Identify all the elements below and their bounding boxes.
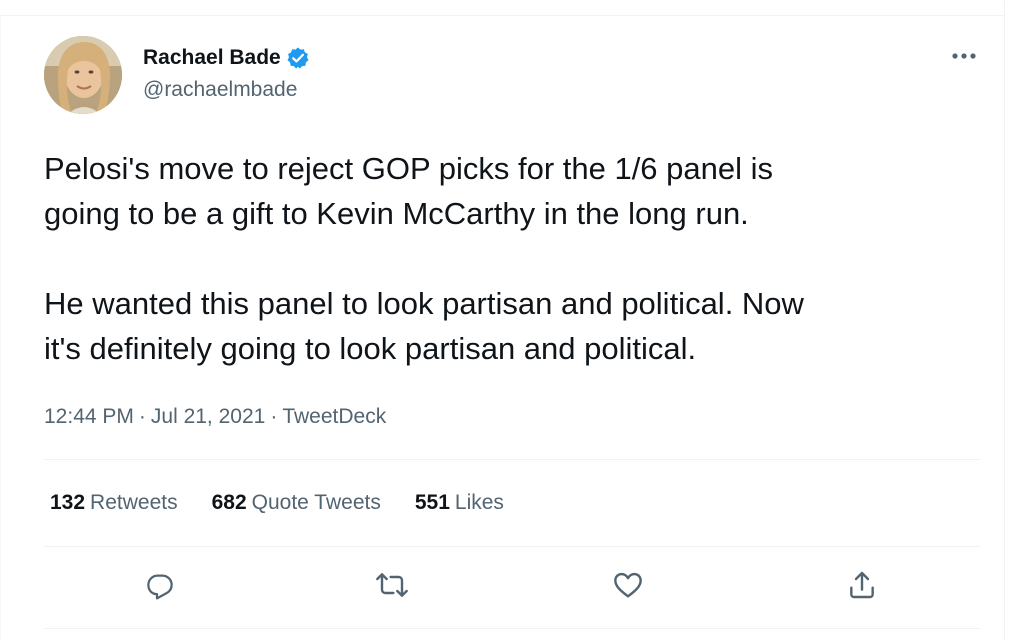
engagement-stats: 132 Retweets 682 Quote Tweets 551 Likes: [50, 488, 538, 518]
avatar[interactable]: [44, 36, 122, 114]
quote-tweets-label: Quote Tweets: [251, 491, 381, 514]
right-border: [1004, 0, 1005, 640]
verified-badge-icon: [286, 46, 310, 70]
heart-icon: [614, 572, 642, 598]
likes-count: 551: [414, 491, 450, 514]
retweet-icon: [376, 573, 408, 597]
share-button[interactable]: [845, 568, 879, 602]
likes-stat[interactable]: 551 Likes: [415, 491, 504, 515]
like-button[interactable]: [611, 568, 645, 602]
tweet-paragraph: He wanted this panel to look partisan an…: [44, 286, 804, 366]
tweet-text: Pelosi's move to reject GOP picks for th…: [44, 146, 974, 371]
retweet-button[interactable]: [375, 568, 409, 602]
quote-tweets-stat[interactable]: 682 Quote Tweets: [212, 491, 381, 515]
tweet-date[interactable]: Jul 21, 2021: [151, 405, 265, 429]
author-name-row[interactable]: Rachael Bade: [143, 44, 310, 72]
profile-photo-icon: [44, 36, 122, 114]
retweets-count: 132: [50, 491, 86, 514]
divider: [44, 628, 980, 629]
quote-tweets-count: 682: [211, 491, 247, 514]
tweet-paragraph: Pelosi's move to reject GOP picks for th…: [44, 151, 774, 231]
top-border: [0, 0, 1005, 16]
likes-label: Likes: [454, 491, 504, 514]
meta-separator: ·: [270, 405, 278, 428]
tweet-source-link[interactable]: TweetDeck: [282, 405, 386, 429]
tweet-page: Rachael Bade @rachaelmbade Pelosi's move…: [0, 0, 1024, 640]
reply-button[interactable]: [143, 568, 177, 602]
retweets-stat[interactable]: 132 Retweets: [50, 491, 178, 515]
more-options-icon[interactable]: [950, 44, 978, 68]
retweets-label: Retweets: [90, 491, 178, 514]
tweet-meta: 12:44 PM · Jul 21, 2021 · TweetDeck: [44, 402, 386, 432]
divider: [44, 459, 980, 460]
meta-separator: ·: [138, 405, 146, 428]
left-border: [0, 16, 1, 640]
author-display-name[interactable]: Rachael Bade: [143, 46, 281, 70]
divider: [44, 546, 980, 547]
author-handle[interactable]: @rachaelmbade: [143, 78, 297, 102]
tweet-time[interactable]: 12:44 PM: [44, 405, 134, 429]
share-icon: [850, 571, 874, 599]
reply-icon: [147, 574, 173, 600]
